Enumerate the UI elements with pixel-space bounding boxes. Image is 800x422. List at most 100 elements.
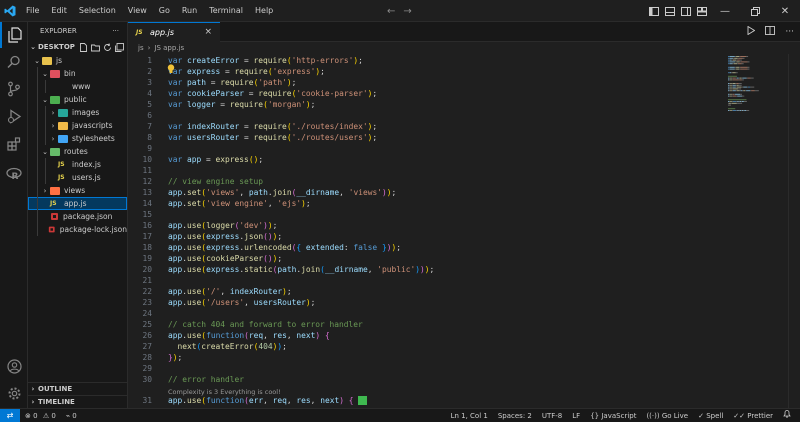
tree-item[interactable]: package.json xyxy=(28,210,127,223)
code-line[interactable]: 6 xyxy=(128,110,728,121)
explorer-more-actions-icon[interactable]: ··· xyxy=(112,27,119,35)
tree-item[interactable]: ⌄ js xyxy=(28,54,127,67)
complexity-codelens[interactable]: Complexity is 3 Everything is cool! xyxy=(168,387,281,397)
code-line[interactable]: 12 // view engine setup xyxy=(128,176,728,187)
tree-item[interactable]: › images xyxy=(28,106,127,119)
code-line[interactable]: 19 app.use(cookieParser()); xyxy=(128,253,728,264)
indentation[interactable]: Spaces: 2 xyxy=(493,409,537,422)
encoding[interactable]: UTF-8 xyxy=(537,409,567,422)
code-line[interactable]: 23 app.use('/users', usersRouter); xyxy=(128,297,728,308)
code-line[interactable]: 18 app.use(express.urlencoded({ extended:… xyxy=(128,242,728,253)
code-editor[interactable]: 1 var createError = require('http-errors'… xyxy=(128,54,800,408)
code-line[interactable]: 15 xyxy=(128,209,728,220)
code-line[interactable]: 4 var cookieParser = require('cookie-pars… xyxy=(128,88,728,99)
source-control-icon[interactable] xyxy=(0,76,28,102)
tree-item[interactable]: › views xyxy=(28,184,127,197)
notifications-bell-icon[interactable] xyxy=(778,409,796,422)
menu-help[interactable]: Help xyxy=(249,0,279,22)
code-line[interactable]: 14 app.set('view engine', 'ejs'); xyxy=(128,198,728,209)
code-line[interactable]: 27 next(createError(404)); xyxy=(128,341,728,352)
more-actions-icon[interactable]: ··· xyxy=(785,27,794,37)
toggle-secondary-sidebar-icon[interactable] xyxy=(678,0,694,22)
tree-item[interactable]: www xyxy=(28,80,127,93)
menu-terminal[interactable]: Terminal xyxy=(203,0,249,22)
manage-gear-icon[interactable] xyxy=(0,380,28,406)
tree-item[interactable]: JS users.js xyxy=(28,171,127,184)
refresh-icon[interactable] xyxy=(103,42,112,52)
tree-item[interactable]: ⌄ bin xyxy=(28,67,127,80)
menu-file[interactable]: File xyxy=(20,0,45,22)
breadcrumb-folder[interactable]: js xyxy=(138,44,144,52)
code-line[interactable]: 30 // error handler xyxy=(128,374,728,385)
close-window-icon[interactable]: ✕ xyxy=(770,0,800,22)
code-line[interactable]: 26 app.use(function(req, res, next) { xyxy=(128,330,728,341)
tree-item[interactable]: JS app.js xyxy=(28,197,127,210)
new-file-icon[interactable] xyxy=(79,42,88,52)
back-arrow-icon[interactable]: ← xyxy=(387,6,395,17)
code-line[interactable]: 5 var logger = require('morgan'); xyxy=(128,99,728,110)
tree-item[interactable]: JS index.js xyxy=(28,158,127,171)
close-tab-icon[interactable]: × xyxy=(204,27,212,37)
minimize-icon[interactable]: — xyxy=(710,0,740,22)
run-debug-icon[interactable] xyxy=(0,103,28,129)
customize-layout-icon[interactable] xyxy=(694,0,710,22)
code-line[interactable]: 22 app.use('/', indexRouter); xyxy=(128,286,728,297)
ports-indicator[interactable]: ⌁ 0 xyxy=(61,409,82,422)
problems-indicator[interactable]: ⊗ 0 ⚠ 0 xyxy=(20,409,61,422)
code-line[interactable]: 20 app.use(express.static(path.join(__dir… xyxy=(128,264,728,275)
menu-run[interactable]: Run xyxy=(176,0,203,22)
code-line[interactable]: 29 xyxy=(128,363,728,374)
go-live-button[interactable]: ((·)) Go Live xyxy=(641,409,693,422)
code-line[interactable]: 24 xyxy=(128,308,728,319)
code-line[interactable]: 28}); xyxy=(128,352,728,363)
menu-selection[interactable]: Selection xyxy=(73,0,122,22)
code-line[interactable]: 1 var createError = require('http-errors'… xyxy=(128,55,728,66)
remote-indicator-icon[interactable]: ⇄ xyxy=(0,408,20,422)
code-line[interactable]: 21 xyxy=(128,275,728,286)
split-editor-icon[interactable] xyxy=(765,26,776,38)
r-extension-icon[interactable]: R xyxy=(0,161,28,187)
explorer-icon[interactable] xyxy=(0,22,28,48)
code-line[interactable]: 16 app.use(logger('dev')); xyxy=(128,220,728,231)
toggle-panel-icon[interactable] xyxy=(662,0,678,22)
code-line[interactable]: 2 var express = require('express'); xyxy=(128,66,728,77)
cursor-position[interactable]: Ln 1, Col 1 xyxy=(446,409,493,422)
search-icon[interactable] xyxy=(0,49,28,75)
code-line[interactable]: 13 app.set('views', path.join(__dirname, … xyxy=(128,187,728,198)
spell-check-button[interactable]: ✓ Spell xyxy=(693,409,728,422)
collapse-all-icon[interactable] xyxy=(114,42,124,52)
code-line[interactable]: 25 // catch 404 and forward to error hand… xyxy=(128,319,728,330)
tab-app-js[interactable]: JS app.js × xyxy=(128,22,220,42)
code-line[interactable]: 9 xyxy=(128,143,728,154)
vertical-scrollbar[interactable] xyxy=(788,54,800,408)
menu-edit[interactable]: Edit xyxy=(45,0,73,22)
minimap[interactable] xyxy=(726,54,786,114)
new-folder-icon[interactable] xyxy=(90,43,100,52)
code-line[interactable]: 8 var usersRouter = require('./routes/use… xyxy=(128,132,728,143)
language-mode[interactable]: {} JavaScript xyxy=(585,409,641,422)
code-line[interactable]: 17 app.use(express.json()); xyxy=(128,231,728,242)
tree-item[interactable]: package-lock.json xyxy=(28,223,127,236)
code-line[interactable]: 3 var path = require('path'); xyxy=(128,77,728,88)
code-line[interactable]: 11 xyxy=(128,165,728,176)
code-line[interactable]: 7 var indexRouter = require('./routes/ind… xyxy=(128,121,728,132)
menu-view[interactable]: View xyxy=(122,0,153,22)
menu-go[interactable]: Go xyxy=(153,0,176,22)
breadcrumb-file[interactable]: JS app.js xyxy=(154,44,184,52)
forward-arrow-icon[interactable]: → xyxy=(403,6,411,17)
run-file-icon[interactable] xyxy=(747,25,756,38)
accounts-icon[interactable] xyxy=(0,353,28,379)
lightbulb-icon[interactable] xyxy=(167,64,175,76)
workspace-root-row[interactable]: ⌄ DESKTOP xyxy=(28,40,127,54)
restore-icon[interactable] xyxy=(740,0,770,22)
code-line[interactable]: 10 var app = express(); xyxy=(128,154,728,165)
outline-panel-header[interactable]: › OUTLINE xyxy=(28,382,128,395)
tree-item[interactable]: ⌄ public xyxy=(28,93,127,106)
extensions-icon[interactable] xyxy=(0,131,28,157)
tree-item[interactable]: › stylesheets xyxy=(28,132,127,145)
end-of-line[interactable]: LF xyxy=(567,409,585,422)
tree-item[interactable]: ⌄ routes xyxy=(28,145,127,158)
toggle-primary-sidebar-icon[interactable] xyxy=(646,0,662,22)
prettier-button[interactable]: ✓✓ Prettier xyxy=(728,409,778,422)
timeline-panel-header[interactable]: › TIMELINE xyxy=(28,395,128,408)
